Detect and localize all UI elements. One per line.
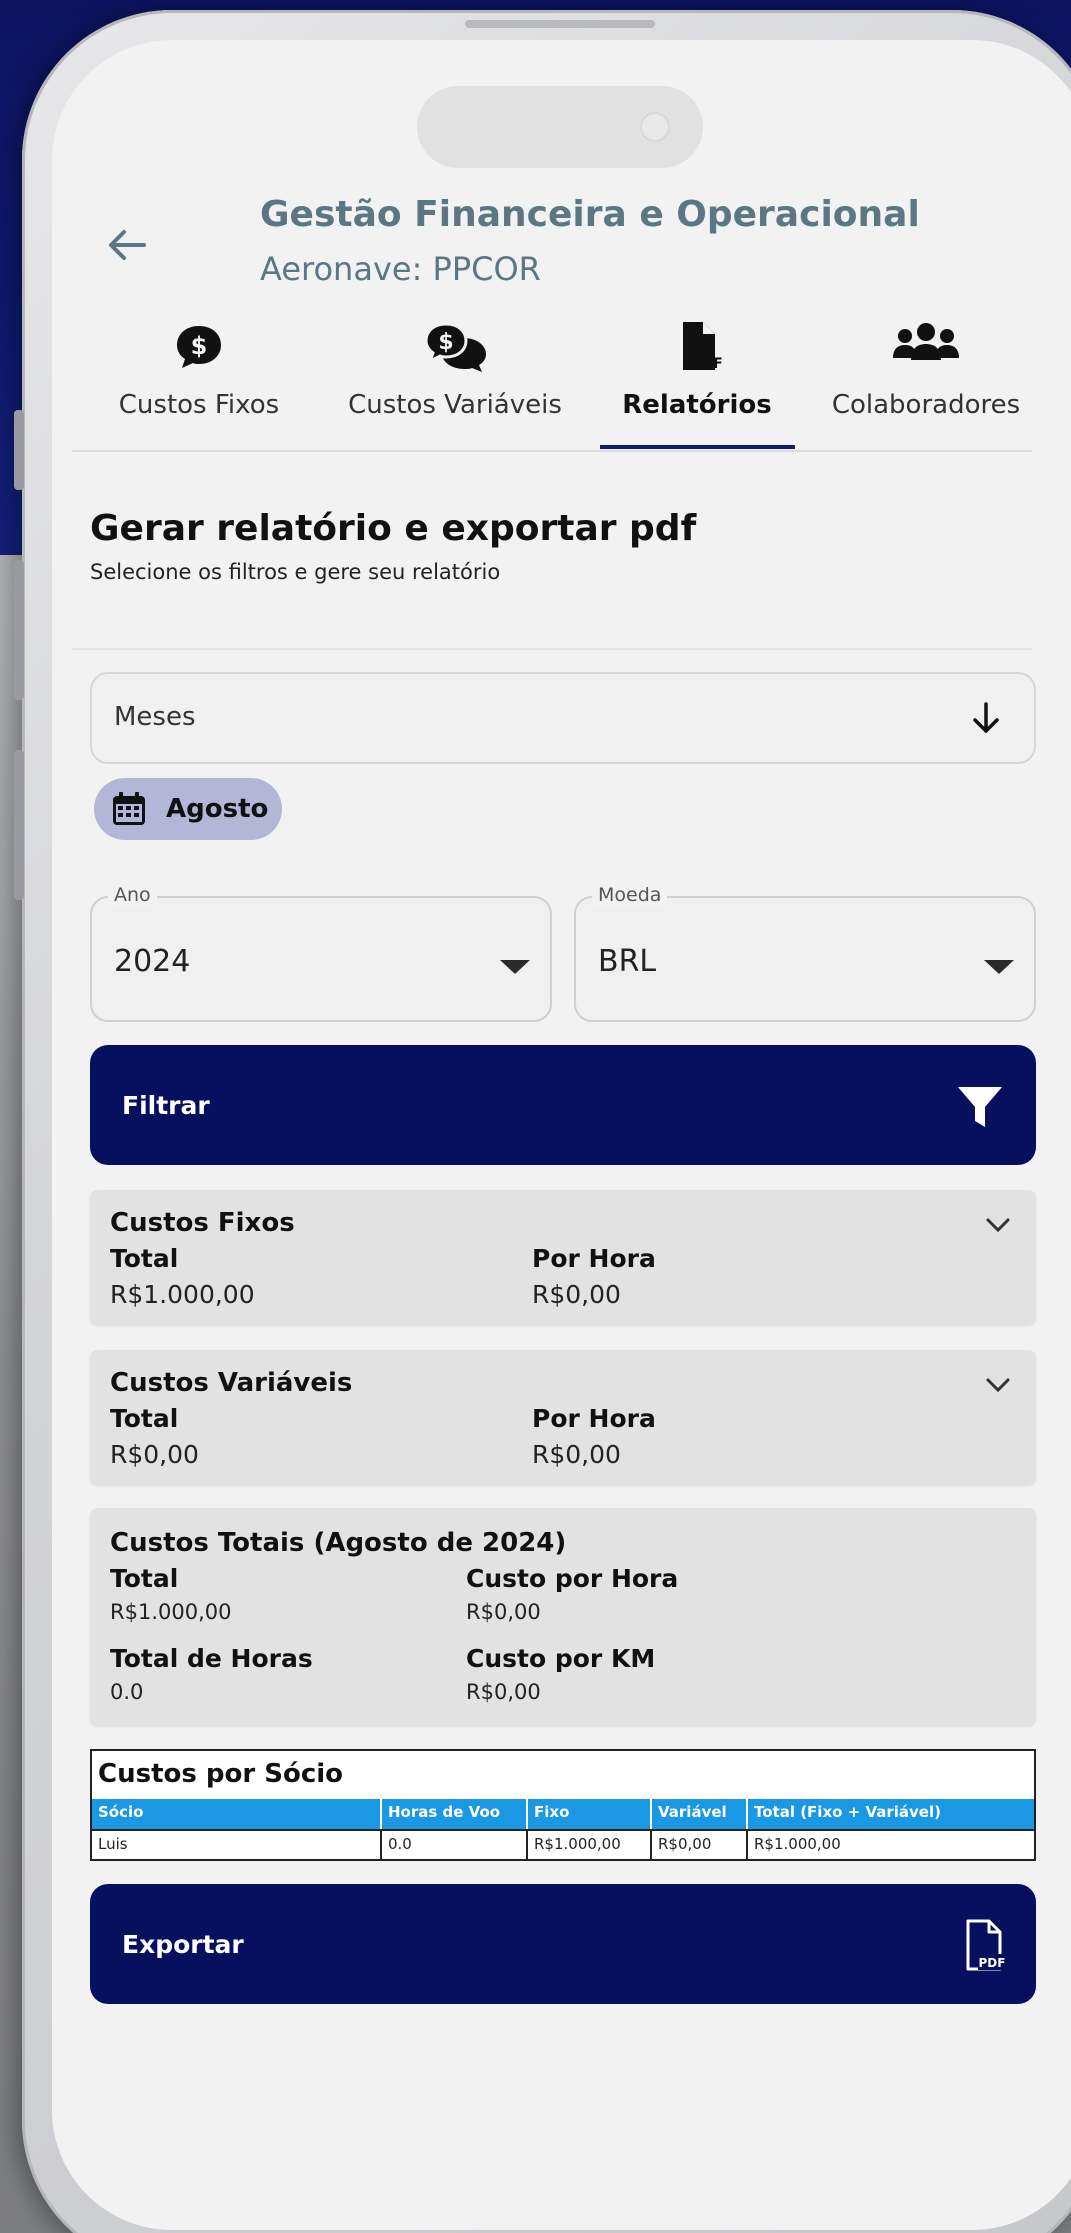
export-button[interactable]: Exportar PDF <box>90 1884 1036 2004</box>
table-cell: 0.0 <box>382 1831 528 1861</box>
pdf-export-icon: PDF <box>966 1919 1006 1971</box>
fixed-costs-card[interactable]: Custos Fixos Total R$1.000,00 Por Hora R… <box>90 1190 1036 1325</box>
month-chip[interactable]: Agosto <box>94 778 282 840</box>
partners-table-title: Custos por Sócio <box>98 1759 344 1789</box>
back-arrow-icon[interactable] <box>104 222 150 268</box>
currency-select[interactable]: Moeda BRL <box>574 884 1036 1022</box>
variable-per-hour-label: Por Hora <box>532 1404 656 1433</box>
cost-per-hour-label: Custo por Hora <box>466 1564 679 1593</box>
export-button-label: Exportar <box>122 1930 244 1959</box>
partners-table: Custos por Sócio Sócio Horas de Voo Fixo… <box>90 1749 1036 1861</box>
year-select-legend: Ano <box>108 884 157 906</box>
total-label: Total <box>110 1564 179 1593</box>
page-title: Gestão Financeira e Operacional <box>260 194 920 235</box>
svg-text:$: $ <box>438 330 453 355</box>
currency-select-value: BRL <box>598 944 657 979</box>
phone-speaker-grille <box>465 20 655 28</box>
pdf-file-icon: PDF <box>683 322 723 372</box>
fixed-total-label: Total <box>110 1244 179 1273</box>
month-chip-label: Agosto <box>166 794 269 824</box>
cost-per-km-value: R$0,00 <box>466 1680 541 1704</box>
table-header-cell: Total (Fixo + Variável) <box>754 1803 941 1821</box>
svg-text:PDF: PDF <box>691 356 722 372</box>
caret-down-icon <box>984 960 1014 974</box>
tab-label: Relatórios <box>622 390 772 420</box>
filter-button[interactable]: Filtrar <box>90 1045 1036 1165</box>
months-select[interactable]: Meses <box>90 672 1036 764</box>
dollar-chat-icon: $ <box>424 322 486 372</box>
variable-per-hour-value: R$0,00 <box>532 1440 621 1469</box>
table-header-cell: Horas de Voo <box>382 1799 528 1829</box>
total-hours-value: 0.0 <box>110 1680 144 1704</box>
total-costs-title: Custos Totais (Agosto de 2024) <box>110 1528 567 1558</box>
tab-colaboradores[interactable]: Colaboradores <box>811 318 1041 448</box>
total-value: R$1.000,00 <box>110 1600 232 1624</box>
fixed-costs-title: Custos Fixos <box>110 1208 295 1238</box>
calendar-icon <box>113 792 145 825</box>
tab-label: Custos Variáveis <box>348 390 562 420</box>
table-cell: R$1.000,00 <box>754 1835 841 1853</box>
active-tab-indicator <box>600 445 795 449</box>
tab-relatorios[interactable]: PDF Relatórios <box>582 318 812 448</box>
fixed-total-value: R$1.000,00 <box>110 1280 255 1309</box>
phone-volume-up <box>14 560 24 700</box>
total-costs-card: Custos Totais (Agosto de 2024) Total R$1… <box>90 1508 1036 1726</box>
people-group-icon <box>893 323 959 360</box>
tabs-divider <box>72 450 1032 452</box>
filter-funnel-icon <box>958 1087 1002 1127</box>
report-subtitle: Selecione os filtros e gere seu relatóri… <box>90 560 501 584</box>
year-select-value: 2024 <box>114 944 191 979</box>
phone-volume-down <box>14 750 24 900</box>
variable-costs-title: Custos Variáveis <box>110 1368 353 1398</box>
tab-custos-fixos[interactable]: $ Custos Fixos <box>84 318 314 448</box>
svg-text:PDF: PDF <box>979 1956 1006 1970</box>
fixed-per-hour-value: R$0,00 <box>532 1280 621 1309</box>
tab-label: Custos Fixos <box>118 390 280 420</box>
chevron-down-icon[interactable] <box>984 1376 1012 1394</box>
table-header-cell: Sócio <box>92 1799 382 1829</box>
cost-per-hour-value: R$0,00 <box>466 1600 541 1624</box>
tab-label: Colaboradores <box>831 390 1021 420</box>
chevron-down-icon[interactable] <box>984 1216 1012 1234</box>
front-camera <box>640 112 670 142</box>
report-title: Gerar relatório e exportar pdf <box>90 508 697 549</box>
table-cell: R$1.000,00 <box>528 1831 652 1861</box>
months-select-label: Meses <box>114 702 196 732</box>
total-hours-label: Total de Horas <box>110 1644 313 1673</box>
year-select[interactable]: Ano 2024 <box>90 884 552 1022</box>
table-header-cell: Fixo <box>528 1799 652 1829</box>
section-divider <box>72 648 1032 650</box>
tab-custos-variaveis[interactable]: $ Custos Variáveis <box>340 318 570 448</box>
dollar-bubble-icon: $ <box>177 326 221 368</box>
variable-costs-card[interactable]: Custos Variáveis Total R$0,00 Por Hora R… <box>90 1350 1036 1485</box>
fixed-per-hour-label: Por Hora <box>532 1244 656 1273</box>
table-row: Luis 0.0 R$1.000,00 R$0,00 R$1.000,00 <box>92 1831 1034 1861</box>
svg-text:$: $ <box>191 332 208 360</box>
table-cell: R$0,00 <box>652 1831 748 1861</box>
currency-select-legend: Moeda <box>592 884 668 906</box>
table-header-cell: Variável <box>652 1799 748 1829</box>
cost-per-km-label: Custo por KM <box>466 1644 656 1673</box>
table-header-row: Sócio Horas de Voo Fixo Variável Total (… <box>92 1799 1034 1829</box>
variable-total-value: R$0,00 <box>110 1440 199 1469</box>
table-cell: Luis <box>92 1831 382 1861</box>
arrow-down-icon <box>973 702 999 733</box>
caret-down-icon <box>500 960 530 974</box>
phone-side-button <box>14 410 24 490</box>
filter-button-label: Filtrar <box>122 1091 210 1120</box>
variable-total-label: Total <box>110 1404 179 1433</box>
aircraft-subtitle: Aeronave: PPCOR <box>260 250 541 288</box>
